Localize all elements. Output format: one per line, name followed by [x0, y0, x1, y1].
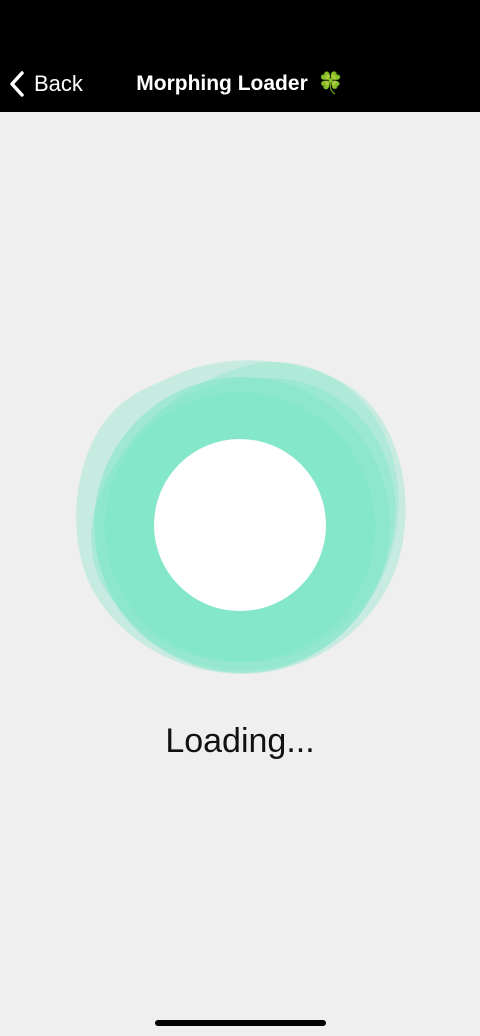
morphing-blob-icon: [76, 360, 406, 674]
loading-text: Loading...: [165, 722, 315, 760]
clover-emoji-icon: 🍀: [317, 71, 344, 95]
status-bar: [0, 0, 480, 56]
morphing-loader: [76, 360, 406, 674]
home-indicator[interactable]: [155, 1020, 326, 1026]
page-title: Morphing Loader 🍀: [0, 71, 480, 96]
app-screen: Back Morphing Loader 🍀 Loading...: [0, 0, 480, 1036]
navigation-bar: Back Morphing Loader 🍀: [0, 56, 480, 112]
page-title-text: Morphing Loader: [136, 72, 308, 95]
